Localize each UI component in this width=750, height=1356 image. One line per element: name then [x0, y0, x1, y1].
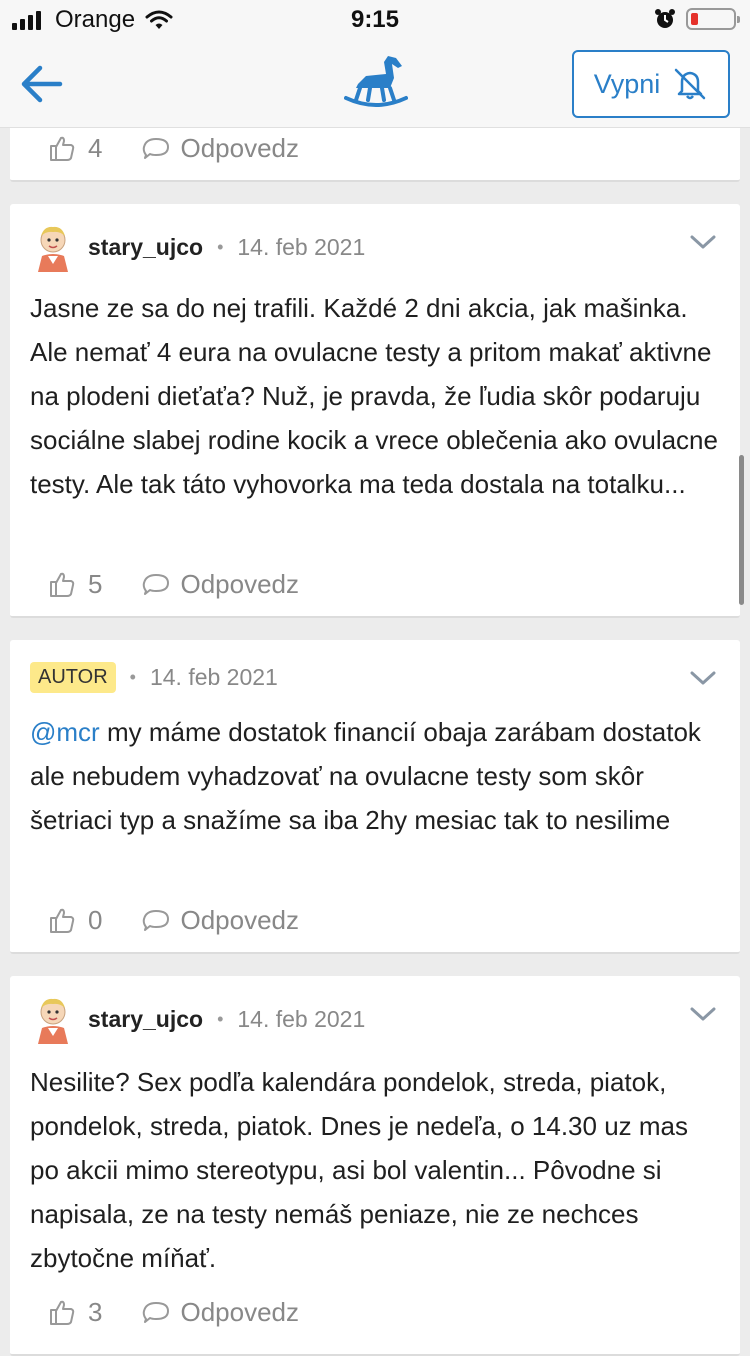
- thumbs-up-icon[interactable]: [48, 906, 76, 934]
- reply-button[interactable]: Odpovedz: [180, 569, 299, 600]
- separator-dot: •: [129, 666, 136, 687]
- separator-dot: •: [217, 236, 224, 257]
- status-bar: Orange 9:15: [0, 0, 750, 40]
- avatar[interactable]: [30, 994, 76, 1044]
- comment-card: stary_ujco • 14. feb 2021 Jasne ze sa do…: [10, 204, 740, 618]
- bell-off-icon: [675, 68, 706, 100]
- mute-notifications-button[interactable]: Vypni: [572, 50, 730, 118]
- rocking-horse-logo-icon[interactable]: [344, 54, 408, 110]
- reply-button[interactable]: Odpovedz: [180, 1297, 299, 1328]
- user-mention-link[interactable]: @mcr: [30, 717, 100, 747]
- mute-label: Vypni: [593, 68, 661, 99]
- like-count: 0: [88, 904, 103, 935]
- comment-text: @mcr my máme dostatok financií obaja zar…: [30, 710, 722, 842]
- reply-bubble-icon[interactable]: [142, 1299, 170, 1325]
- reply-button[interactable]: Odpovedz: [180, 133, 299, 164]
- author-badge: AUTOR: [30, 661, 116, 693]
- alarm-icon: [655, 9, 675, 28]
- like-count: 4: [88, 132, 103, 163]
- comment-text-body: my máme dostatok financií obaja zarábam …: [30, 717, 701, 835]
- comment-date: 14. feb 2021: [237, 233, 366, 260]
- status-time: 9:15: [350, 6, 400, 33]
- reply-bubble-icon[interactable]: [142, 135, 170, 161]
- chevron-down-icon[interactable]: [690, 670, 716, 686]
- nav-bar: Vypni: [0, 40, 750, 128]
- comment-card: AUTOR • 14. feb 2021 @mcr my máme dostat…: [10, 640, 740, 954]
- scrollbar[interactable]: [739, 455, 744, 605]
- thumbs-up-icon[interactable]: [48, 1298, 76, 1326]
- separator-dot: •: [217, 1008, 224, 1029]
- thumbs-up-icon[interactable]: [48, 570, 76, 598]
- battery-icon: [686, 8, 740, 30]
- reply-bubble-icon[interactable]: [142, 907, 170, 933]
- username[interactable]: stary_ujco: [88, 1006, 203, 1033]
- comment-text: Nesilite? Sex podľa kalendára pondelok, …: [30, 1067, 688, 1273]
- like-count: 5: [88, 568, 103, 599]
- username[interactable]: stary_ujco: [88, 234, 203, 261]
- comment-text: Jasne ze sa do nej trafili. Každé 2 dni …: [30, 293, 718, 499]
- comment-date: 14. feb 2021: [237, 1005, 366, 1032]
- reply-bubble-icon[interactable]: [142, 571, 170, 597]
- reply-button[interactable]: Odpovedz: [180, 905, 299, 936]
- back-arrow-icon[interactable]: [18, 62, 64, 106]
- thumbs-up-icon[interactable]: [48, 134, 76, 162]
- comment-card: stary_ujco • 14. feb 2021 Nesilite? Sex …: [10, 976, 740, 1356]
- like-count: 3: [88, 1296, 103, 1327]
- chevron-down-icon[interactable]: [690, 234, 716, 250]
- avatar[interactable]: [30, 222, 76, 272]
- chevron-down-icon[interactable]: [690, 1006, 716, 1022]
- comment-date: 14. feb 2021: [149, 663, 278, 690]
